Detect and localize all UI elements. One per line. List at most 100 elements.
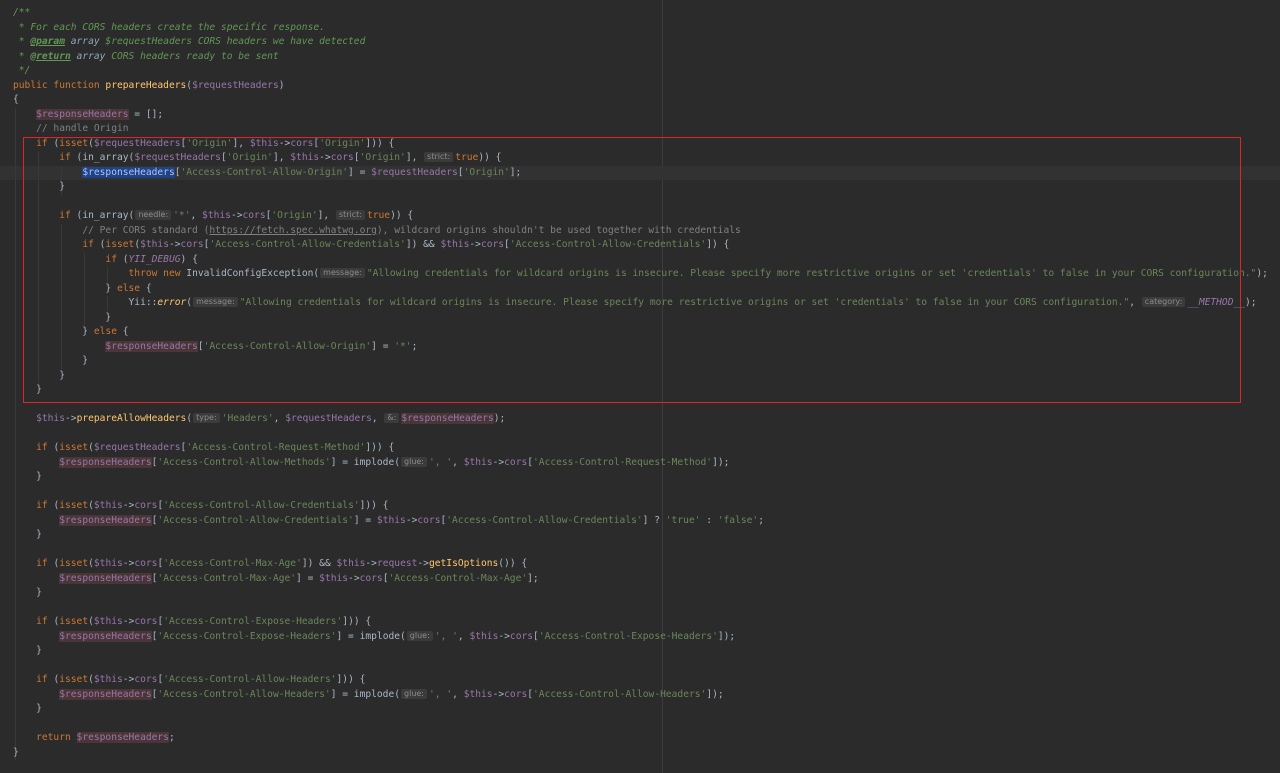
code-token: ->	[278, 137, 291, 149]
code-line[interactable]: }	[13, 586, 42, 601]
code-token: }	[13, 311, 112, 323]
code-token: ,	[371, 413, 384, 424]
code-line[interactable]: if (isset($this->cors['Access-Control-Ma…	[13, 557, 527, 572]
code-line[interactable]: }	[13, 528, 42, 543]
code-token: throw new	[128, 268, 187, 279]
code-token: $responseHeaders	[36, 108, 129, 120]
code-token: // Per CORS standard (	[82, 224, 210, 236]
code-line[interactable]: }	[13, 369, 65, 384]
code-line[interactable]: }	[13, 644, 42, 659]
code-line[interactable]: $responseHeaders['Access-Control-Max-Age…	[13, 572, 539, 587]
code-token: = [];	[128, 108, 164, 120]
code-line[interactable]: if (YII_DEBUG) {	[13, 253, 197, 268]
code-token: ])) {	[359, 500, 389, 511]
code-line[interactable]: if (in_array($requestHeaders['Origin'], …	[13, 151, 501, 166]
code-token: $this	[36, 413, 65, 424]
code-token: $this	[440, 239, 470, 250]
code-line[interactable]: }	[13, 746, 19, 761]
code-token: error	[157, 297, 187, 308]
code-token: )) {	[478, 152, 502, 163]
indent-guide	[15, 107, 16, 760]
code-line[interactable]: Yii::error(message: "Allowing credentials…	[13, 296, 1257, 311]
code-token: ->	[122, 616, 135, 627]
code-line[interactable]: // handle Origin	[13, 122, 128, 137]
code-line[interactable]: */	[13, 64, 31, 79]
code-line[interactable]: * For each CORS headers create the speci…	[13, 21, 325, 36]
code-token: if	[105, 253, 123, 265]
code-line[interactable]: $responseHeaders['Access-Control-Allow-C…	[13, 514, 764, 529]
code-token: /**	[13, 7, 31, 18]
code-token: 'Access-Control-Expose-Headers'	[157, 630, 337, 642]
code-line[interactable]: if (isset($this->cors['Access-Control-Al…	[13, 673, 365, 688]
code-line[interactable]: {	[13, 93, 19, 108]
code-token: ];	[509, 166, 522, 178]
code-line[interactable]: if (in_array(needle: '*', $this->cors['Or…	[13, 209, 413, 224]
code-token: ]);	[712, 456, 730, 468]
code-line[interactable]: if (isset($requestHeaders['Access-Contro…	[13, 441, 394, 456]
code-token: )	[278, 79, 285, 91]
code-token: ] = implode(	[336, 630, 406, 642]
code-token: $this	[93, 558, 123, 569]
code-token: $this	[140, 239, 169, 250]
code-line[interactable]: $responseHeaders['Access-Control-Expose-…	[13, 630, 735, 645]
code-token: $this	[463, 688, 493, 700]
code-line[interactable]: throw new InvalidConfigException(message…	[13, 267, 1268, 282]
code-token: ];	[527, 572, 539, 584]
code-token: $this	[336, 558, 366, 569]
code-token: ] =	[353, 514, 377, 526]
code-line[interactable]: if (isset($requestHeaders['Origin'], $th…	[13, 137, 394, 152]
code-token: ] =	[296, 572, 320, 584]
code-line[interactable]: } else {	[13, 282, 151, 297]
code-line[interactable]: }	[13, 354, 88, 369]
code-token: ', '	[429, 456, 453, 468]
code-token: cors	[134, 616, 158, 627]
code-token: cors	[290, 137, 314, 149]
code-token: ->	[498, 630, 510, 642]
code-line[interactable]: public function prepareHeaders($requestH…	[13, 79, 285, 94]
code-token: ] =	[371, 340, 395, 352]
code-line[interactable]: }	[13, 383, 42, 398]
code-token: 'Access-Control-Request-Method'	[186, 442, 366, 453]
code-line[interactable]: $responseHeaders['Access-Control-Allow-O…	[13, 166, 521, 181]
code-token: if	[36, 558, 54, 569]
code-line[interactable]: if (isset($this->cors['Access-Control-Al…	[13, 238, 729, 253]
code-line[interactable]: $responseHeaders['Access-Control-Allow-O…	[13, 340, 417, 355]
code-line[interactable]: $responseHeaders = [];	[13, 108, 163, 123]
code-token: (	[186, 297, 193, 308]
code-line[interactable]: } else {	[13, 325, 128, 340]
parameter-hint: strict:	[424, 152, 454, 162]
code-token: ->	[65, 413, 77, 424]
code-line[interactable]: }	[13, 470, 42, 485]
code-line[interactable]: // Per CORS standard (https://fetch.spec…	[13, 224, 740, 239]
code-line[interactable]: $responseHeaders['Access-Control-Allow-M…	[13, 456, 729, 471]
code-token: $responseHeaders	[59, 514, 152, 526]
code-token: if	[36, 674, 54, 685]
code-token: 'Origin'	[359, 152, 406, 163]
code-line[interactable]: return $responseHeaders;	[13, 731, 175, 746]
code-line[interactable]: $responseHeaders['Access-Control-Allow-H…	[13, 688, 724, 703]
code-line[interactable]: if (isset($this->cors['Access-Control-Ex…	[13, 615, 371, 630]
code-line[interactable]: /**	[13, 6, 30, 21]
code-line[interactable]: }	[13, 180, 65, 195]
code-line[interactable]: if (isset($this->cors['Access-Control-Al…	[13, 499, 389, 514]
code-token: 'Access-Control-Request-Method'	[533, 456, 713, 468]
code-token: cors	[134, 558, 158, 569]
parameter-hint: message:	[193, 297, 238, 307]
code-token: ->	[230, 210, 243, 221]
code-editor[interactable]: /** * For each CORS headers create the s…	[0, 0, 1280, 773]
code-line[interactable]: $this->prepareAllowHeaders(type: 'Headers…	[13, 412, 505, 427]
code-token: $this	[93, 674, 123, 685]
code-line[interactable]: * @return array CORS headers ready to be…	[13, 50, 279, 65]
code-line[interactable]: * @param array $requestHeaders CORS head…	[13, 35, 366, 50]
code-line[interactable]: }	[13, 311, 111, 326]
code-token: $responseHeaders	[59, 456, 152, 468]
code-token: cors	[509, 630, 534, 642]
code-token: ],	[272, 152, 291, 163]
code-token: 'Origin'	[271, 210, 318, 221]
code-token: $this	[319, 572, 349, 584]
code-line[interactable]: }	[13, 702, 42, 717]
